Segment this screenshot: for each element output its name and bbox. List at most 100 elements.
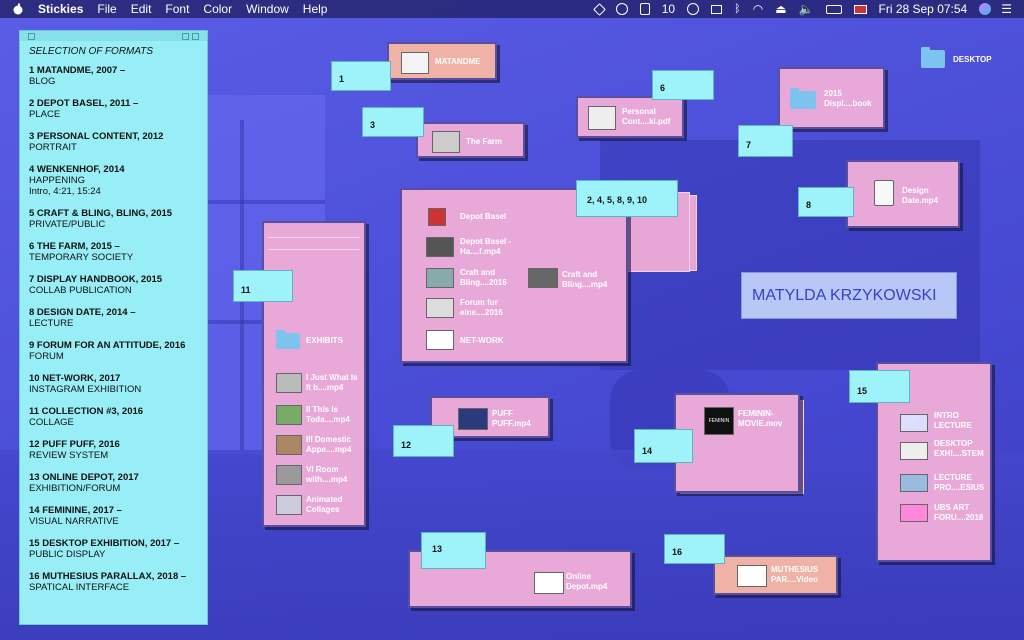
bluetooth-icon[interactable]: ᛒ	[734, 3, 741, 15]
list-item[interactable]: 7 DISPLAY HANDBOOK, 2015 COLLAB PUBLICATI…	[29, 274, 207, 296]
siri-icon[interactable]	[979, 3, 992, 15]
dropbox-icon[interactable]	[592, 2, 606, 16]
list-item[interactable]: 10 NET-WORK, 2017 INSTAGRAM EXHIBITION	[29, 373, 207, 395]
number-note-1[interactable]: 1	[331, 61, 391, 91]
number-note-8[interactable]: 8	[798, 187, 854, 217]
quicktime-file-icon[interactable]	[874, 180, 894, 206]
list-item-sub: EXHIBITION/FORUM	[29, 483, 121, 494]
thumbnail-depot-basel[interactable]	[428, 208, 446, 226]
list-item[interactable]: 1 MATANDME, 2007 – BLOG	[29, 65, 207, 87]
list-item[interactable]: 8 DESIGN DATE, 2014 – LECTURE	[29, 307, 207, 329]
thumbnail-matandme[interactable]	[401, 52, 429, 74]
file-label: DESKTOP EXHI....STEM	[934, 439, 984, 458]
sync-icon[interactable]	[615, 3, 628, 15]
number-note-3[interactable]: 3	[362, 107, 424, 137]
airplay-icon[interactable]	[711, 4, 723, 14]
number-note-7[interactable]: 7	[738, 125, 793, 157]
number-note-2[interactable]: 2, 4, 5, 8, 9, 10	[576, 180, 678, 217]
thumbnail-desktop-exhi[interactable]	[900, 442, 928, 460]
window-muthesius[interactable]: MUTHESIUS PAR....Video	[713, 555, 838, 595]
desktop-folder-icon[interactable]	[921, 47, 945, 68]
list-item[interactable]: 9 FORUM FOR AN ATTITUDE, 2016 FORUM	[29, 340, 207, 362]
thumbnail-muthesius[interactable]	[737, 565, 767, 587]
list-item[interactable]: 3 PERSONAL CONTENT, 2012 PORTRAIT	[29, 131, 207, 153]
sticky-close-button[interactable]	[28, 33, 35, 40]
sticky-zoom-button[interactable]	[192, 33, 199, 40]
window-exhibits[interactable]: EXHIBITS I Just What Is It b....mp4 II T…	[262, 221, 366, 527]
menu-file[interactable]: File	[97, 2, 116, 16]
sticky-formats-list[interactable]: SELECTION OF FORMATS 1 MATANDME, 2007 – B…	[19, 30, 208, 625]
eject-icon[interactable]: ⏏	[775, 2, 786, 16]
window-matandme[interactable]: MATANDME	[387, 42, 497, 80]
window-personal-content[interactable]: Personal Cont....ki.pdf	[576, 96, 684, 138]
list-item[interactable]: 15 DESKTOP EXHIBITION, 2017 – PUBLIC DISP…	[29, 538, 207, 560]
list-item[interactable]: 5 CRAFT & BLING, BLING, 2015 PRIVATE/PUBL…	[29, 208, 207, 230]
desktop-folder-label: DESKTOP	[953, 55, 992, 64]
list-item[interactable]: 14 FEMININE, 2017 – VISUAL NARRATIVE	[29, 505, 207, 527]
number-note-12[interactable]: 12	[393, 425, 454, 457]
menu-help[interactable]: Help	[303, 2, 328, 16]
list-item[interactable]: 16 MUTHESIUS PARALLAX, 2018 – SPATICAL IN…	[29, 571, 207, 593]
thumbnail-online-depot[interactable]	[534, 572, 564, 594]
menu-font[interactable]: Font	[165, 2, 189, 16]
file-label: The Farm	[466, 137, 503, 146]
thumbnail-exhibit-5[interactable]	[276, 495, 302, 515]
list-item[interactable]: 2 DEPOT BASEL, 2011 – PLACE	[29, 98, 207, 120]
thumbnail-ubs[interactable]	[900, 504, 928, 522]
list-item[interactable]: 13 ONLINE DEPOT, 2017 EXHIBITION/FORUM	[29, 472, 207, 494]
formats-list: 1 MATANDME, 2007 – BLOG 2 DEPOT BASEL, 20…	[20, 65, 207, 593]
thumbnail-exhibit-3[interactable]	[276, 435, 302, 455]
thumbnail-forum[interactable]	[426, 298, 454, 318]
wifi-icon[interactable]: ◠	[753, 2, 763, 16]
sticky-collapse-button[interactable]	[182, 33, 189, 40]
number-note-6[interactable]: 6	[652, 70, 714, 100]
sticky-title-bar[interactable]	[20, 31, 207, 41]
battery-icon[interactable]	[825, 4, 842, 14]
window-display-book[interactable]: 2015 Displ....book	[778, 67, 885, 129]
thumbnail-exhibit-4[interactable]	[276, 465, 302, 485]
thumbnail-exhibit-1[interactable]	[276, 373, 302, 393]
thumbnail-lecture-pro[interactable]	[900, 474, 928, 492]
name-sticky[interactable]: MATYLDA KRZYKOWSKI	[741, 272, 957, 319]
thumbnail-personal[interactable]	[588, 106, 616, 130]
notification-center-icon[interactable]: ☰	[1001, 2, 1012, 16]
list-item-sub: BLOG	[29, 76, 56, 87]
menu-edit[interactable]: Edit	[131, 2, 152, 16]
time-machine-icon[interactable]	[687, 3, 700, 15]
menu-clock[interactable]: Fri 28 Sep 07:54	[879, 2, 968, 16]
number-note-16[interactable]: 16	[664, 534, 725, 564]
input-flag-icon[interactable]	[853, 4, 867, 14]
number-note-13[interactable]: 13	[421, 532, 486, 569]
list-item-title: 14 FEMININE, 2017 –	[29, 505, 122, 516]
menu-color[interactable]: Color	[203, 2, 232, 16]
window-the-farm[interactable]: The Farm	[416, 122, 525, 158]
thumbnail-network[interactable]	[426, 330, 454, 350]
window-design-date[interactable]: Design Date.mp4	[846, 160, 960, 228]
apple-icon[interactable]	[12, 3, 24, 15]
thumbnail-craft-bling-mp4[interactable]	[528, 268, 558, 288]
thumbnail-feminin[interactable]: FEMININ	[704, 407, 734, 435]
thumbnail-farm[interactable]	[432, 131, 460, 153]
folder-icon[interactable]	[790, 88, 816, 109]
number-note-15[interactable]: 15	[849, 370, 910, 403]
thumbnail-exhibit-2[interactable]	[276, 405, 302, 425]
list-item[interactable]: 11 COLLECTION #3, 2016 COLLAGE	[29, 406, 207, 428]
thumbnail-intro-lecture[interactable]	[900, 414, 928, 432]
thumbnail-puff[interactable]	[458, 408, 488, 430]
list-item[interactable]: 4 WENKENHOF, 2014 HAPPENING Intro, 4:21, 1…	[29, 164, 207, 197]
number-note-14[interactable]: 14	[634, 429, 693, 463]
folder-icon[interactable]	[276, 330, 300, 349]
thumbnail-depot-basel-mp4[interactable]	[426, 237, 454, 257]
thumbnail-craft-bling-2016[interactable]	[426, 268, 454, 288]
list-item[interactable]: 6 THE FARM, 2015 – TEMPORARY SOCIETY	[29, 241, 207, 263]
number-note-11[interactable]: 11	[233, 270, 293, 302]
menu-window[interactable]: Window	[246, 2, 289, 16]
volume-icon[interactable]: 🔈	[799, 2, 814, 16]
list-item[interactable]: 12 PUFF PUFF, 2016 REVIEW SYSTEM	[29, 439, 207, 461]
adobe-icon[interactable]	[639, 3, 650, 15]
file-label: MUTHESIUS PAR....Video	[771, 565, 819, 584]
file-label: Craft and Bling....mp4	[562, 270, 608, 289]
list-item-title: 4 WENKENHOF, 2014	[29, 164, 125, 175]
menu-bar: Stickies File Edit Font Color Window Hel…	[0, 0, 1024, 18]
menu-app-name[interactable]: Stickies	[38, 2, 83, 16]
